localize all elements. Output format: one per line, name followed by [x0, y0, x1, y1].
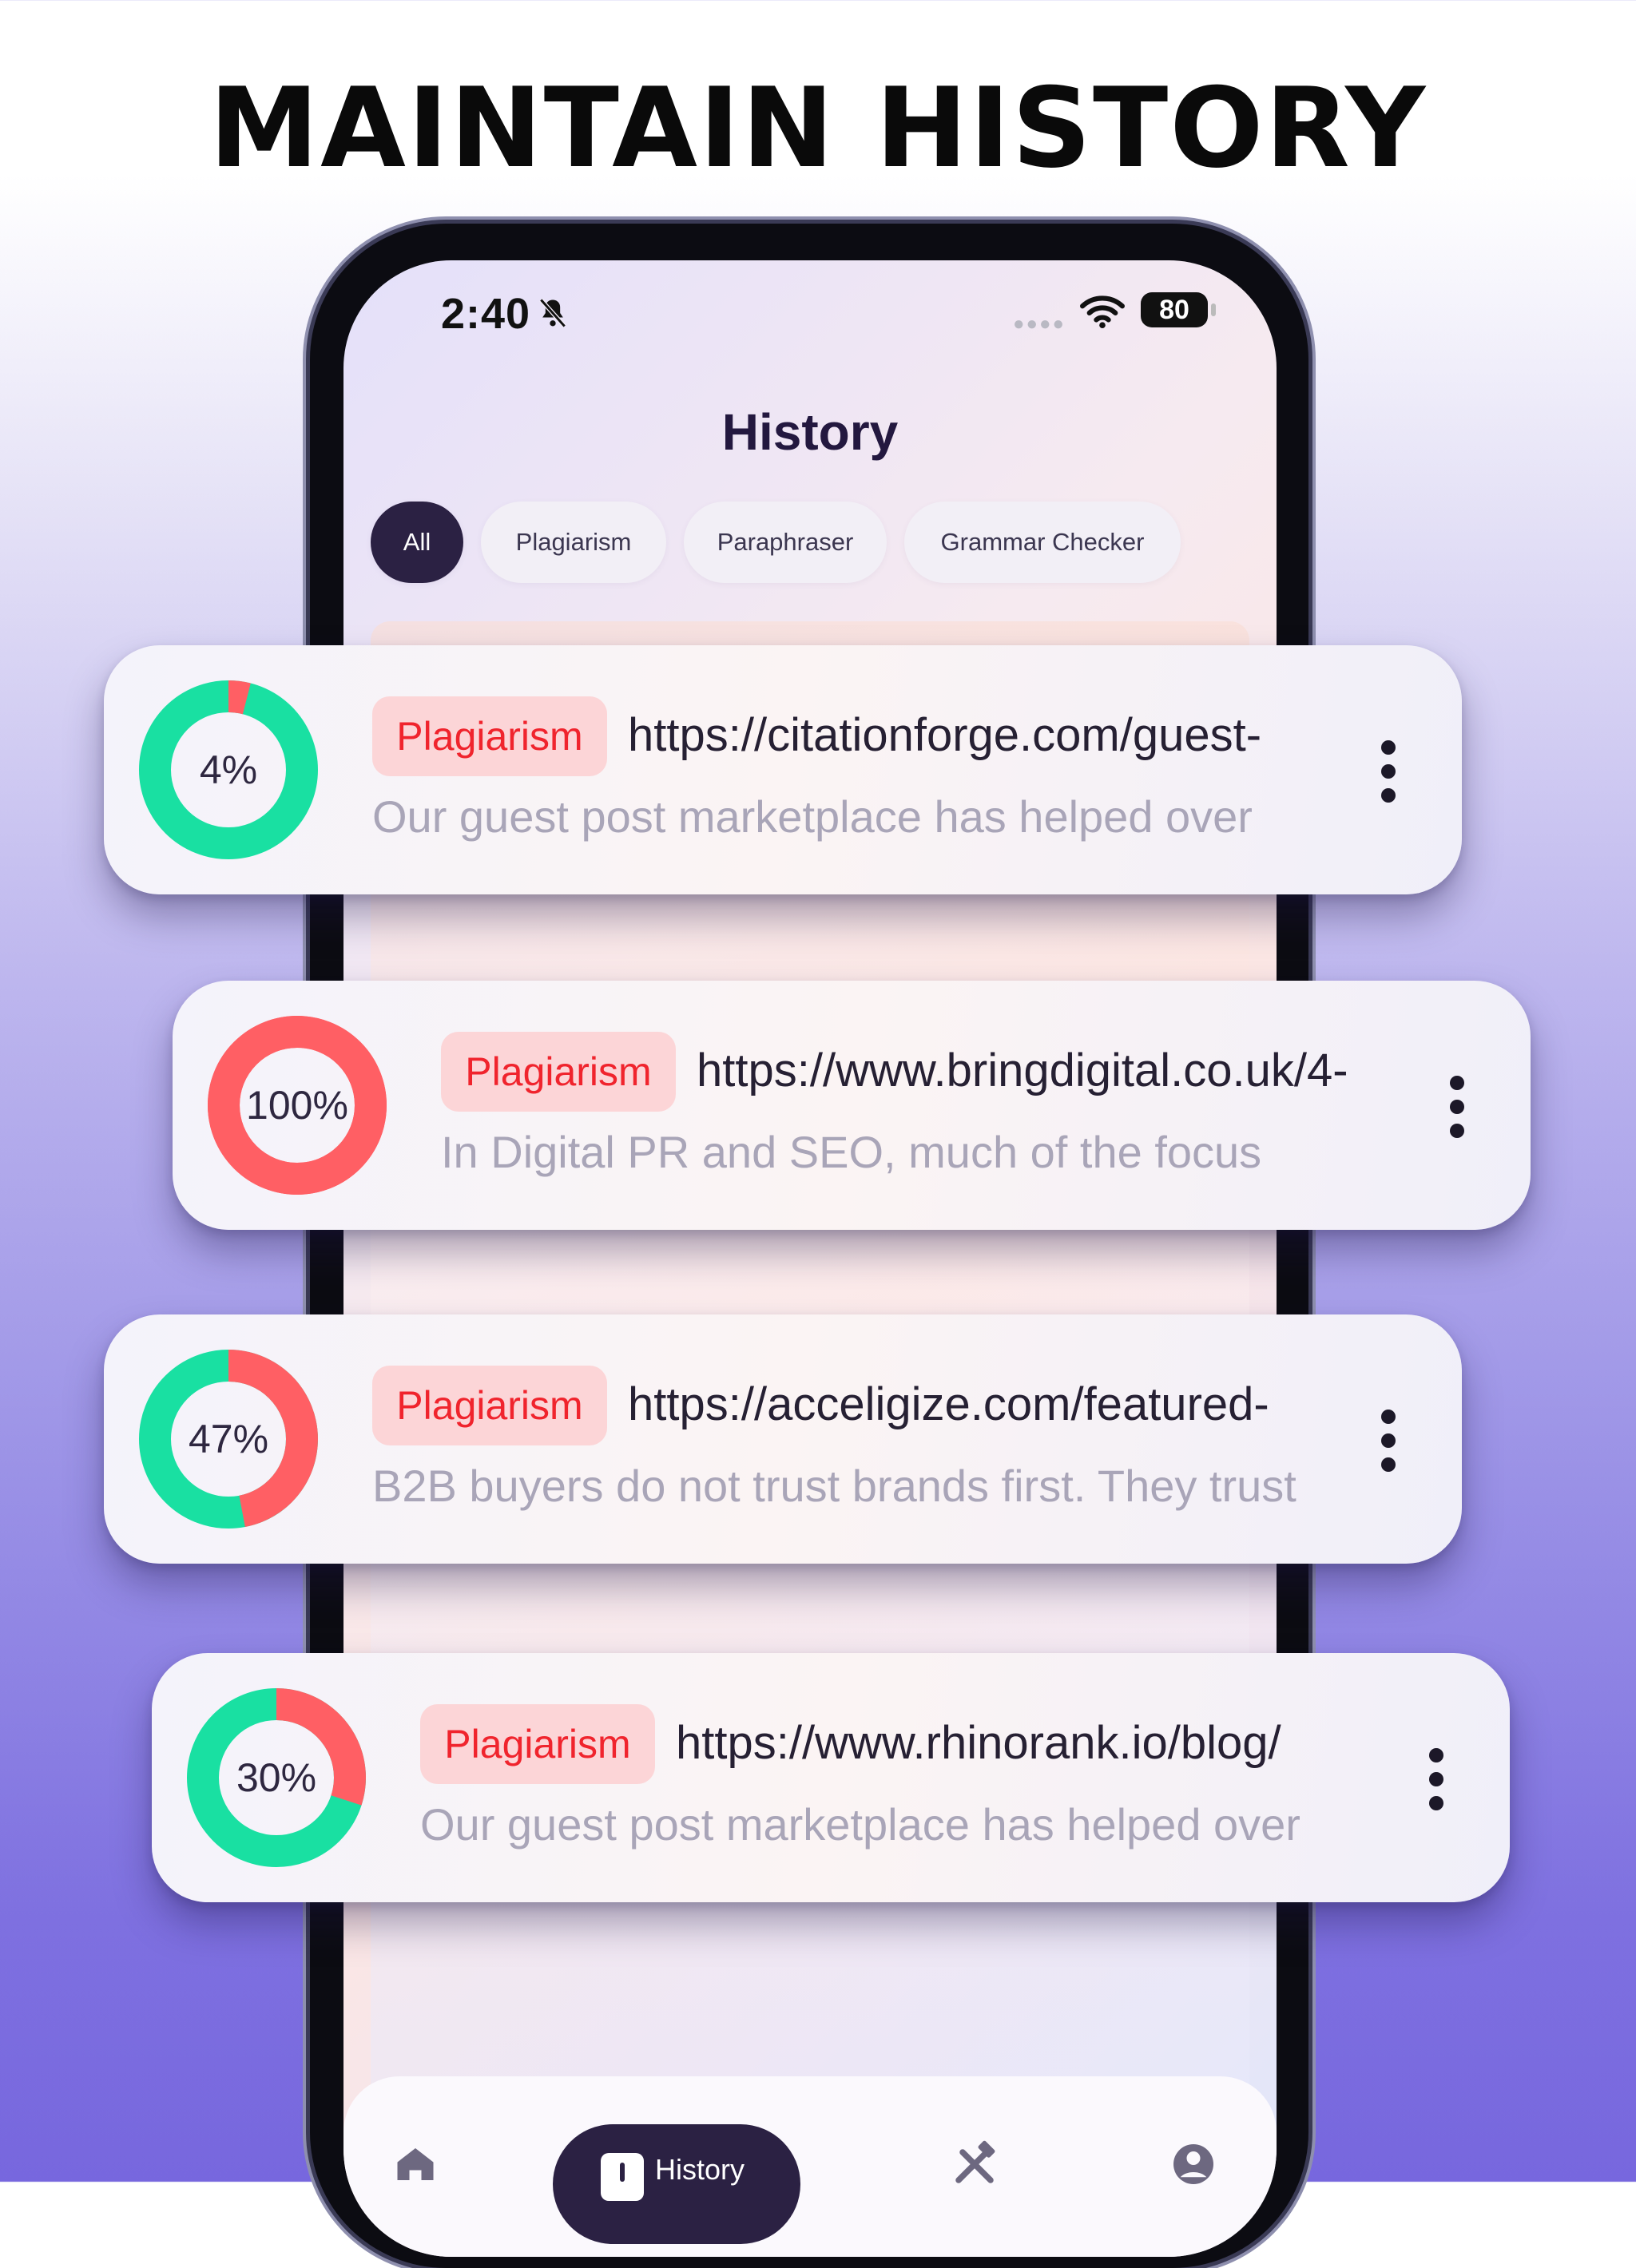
more-options-icon[interactable] — [1372, 739, 1404, 803]
score-percent: 30% — [236, 1755, 317, 1800]
tools-icon[interactable] — [951, 2140, 999, 2188]
nav-tab-history[interactable]: History — [553, 2124, 800, 2244]
item-url: https://www.rhinorank.io/blog/ — [676, 1717, 1281, 1769]
tool-tag: Plagiarism — [420, 1704, 655, 1784]
item-snippet: Our guest post marketplace has helped ov… — [420, 1799, 1300, 1850]
screen-title: History — [721, 403, 899, 461]
item-url: https://acceligize.com/featured- — [628, 1378, 1269, 1430]
score-percent: 100% — [246, 1083, 348, 1128]
item-url: https://citationforge.com/guest- — [628, 709, 1262, 761]
battery-nub — [1211, 303, 1216, 316]
score-percent: 47% — [188, 1417, 269, 1461]
profile-icon[interactable] — [1169, 2140, 1217, 2188]
bottom-nav: History — [343, 2076, 1277, 2257]
history-card[interactable]: 4% Plagiarism https://citationforge.com/… — [104, 645, 1462, 894]
phone-screen: 2:40 ●●●● 80 History All Plagiarism Para… — [343, 260, 1277, 2257]
item-snippet: In Digital PR and SEO, much of the focus — [441, 1127, 1262, 1177]
history-icon — [601, 2153, 644, 2201]
more-options-icon[interactable] — [1441, 1075, 1473, 1139]
cell-signal-icon: ●●●● — [1013, 313, 1066, 335]
filter-chip-all[interactable]: All — [371, 502, 463, 583]
headline: MAINTAIN HISTORY — [208, 64, 1428, 192]
tool-tag: Plagiarism — [372, 1366, 607, 1445]
tool-tag: Plagiarism — [441, 1032, 676, 1112]
filter-chip-paraphraser[interactable]: Paraphraser — [684, 502, 887, 583]
home-icon[interactable] — [391, 2140, 439, 2188]
bell-off-icon — [539, 298, 566, 328]
tool-tag: Plagiarism — [372, 696, 607, 776]
more-options-icon[interactable] — [1420, 1747, 1452, 1811]
filter-chip-grammar-checker[interactable]: Grammar Checker — [904, 502, 1181, 583]
score-percent: 4% — [199, 747, 258, 792]
status-time: 2:40 — [441, 290, 531, 338]
item-snippet: B2B buyers do not trust brands first. Th… — [372, 1461, 1296, 1511]
more-options-icon[interactable] — [1372, 1409, 1404, 1473]
history-card[interactable]: 100% Plagiarism https://www.bringdigital… — [173, 981, 1531, 1230]
item-snippet: Our guest post marketplace has helped ov… — [372, 791, 1253, 842]
filter-chip-plagiarism[interactable]: Plagiarism — [481, 502, 666, 583]
battery-indicator: 80 — [1141, 292, 1208, 327]
wifi-icon — [1080, 295, 1125, 329]
history-card[interactable]: 30% Plagiarism https://www.rhinorank.io/… — [152, 1653, 1510, 1902]
item-url: https://www.bringdigital.co.uk/4- — [697, 1045, 1348, 1096]
history-card[interactable]: 47% Plagiarism https://acceligize.com/fe… — [104, 1314, 1462, 1564]
